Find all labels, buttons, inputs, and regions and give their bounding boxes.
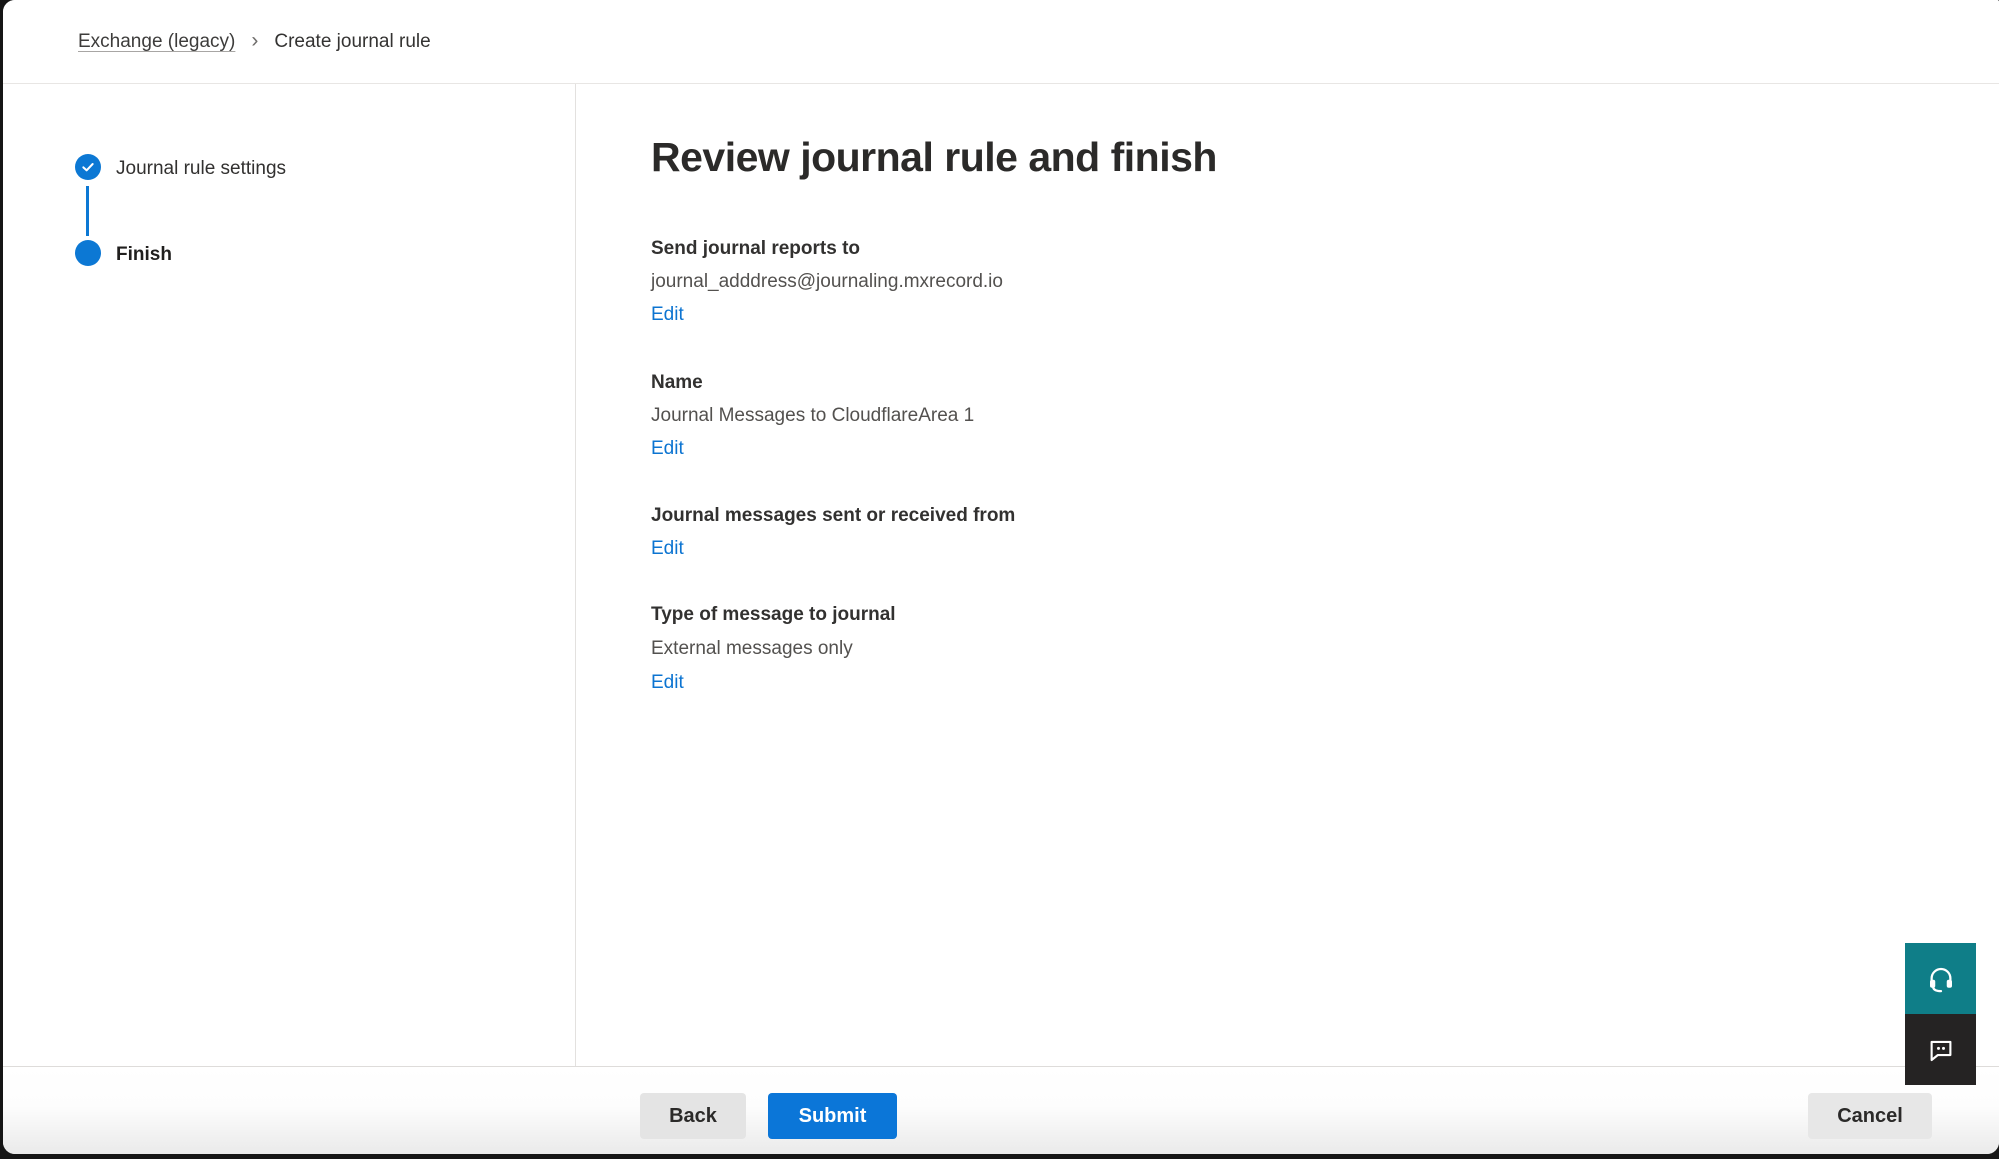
edit-link-send-journal-reports-to[interactable]: Edit xyxy=(651,302,684,328)
cancel-button[interactable]: Cancel xyxy=(1808,1093,1932,1139)
step-finish[interactable]: Finish xyxy=(116,244,172,266)
check-icon xyxy=(80,159,96,175)
section-value-message-type: External messages only xyxy=(651,636,853,662)
headset-icon xyxy=(1926,964,1956,994)
step-journal-rule-settings[interactable]: Journal rule settings xyxy=(116,158,286,180)
section-label-type-of-message: Type of message to journal xyxy=(651,602,896,628)
submit-button[interactable]: Submit xyxy=(768,1093,897,1139)
breadcrumb-item-create-journal-rule: Create journal rule xyxy=(274,31,430,53)
page-title: Review journal rule and finish xyxy=(651,134,1217,181)
feedback-button[interactable] xyxy=(1905,1014,1976,1085)
help-button[interactable] xyxy=(1905,943,1976,1014)
back-button[interactable]: Back xyxy=(640,1093,746,1139)
step-current-indicator[interactable] xyxy=(75,240,101,266)
breadcrumb-chevron-icon: › xyxy=(251,29,258,53)
app-window: Exchange (legacy) › Create journal rule … xyxy=(3,0,1999,1154)
step-connector-line xyxy=(86,186,89,236)
footer-action-bar: Back Submit Cancel xyxy=(3,1066,1999,1154)
feedback-icon xyxy=(1926,1035,1956,1065)
breadcrumb: Exchange (legacy) › Create journal rule xyxy=(3,0,1999,84)
edit-link-name[interactable]: Edit xyxy=(651,436,684,462)
section-label-send-journal-reports-to: Send journal reports to xyxy=(651,236,860,262)
edit-link-journal-messages-sent-or-received[interactable]: Edit xyxy=(651,536,684,562)
section-value-rule-name: Journal Messages to CloudflareArea 1 xyxy=(651,403,974,429)
section-label-journal-messages-sent-or-received: Journal messages sent or received from xyxy=(651,503,1015,529)
section-value-journal-address: journal_adddress@journaling.mxrecord.io xyxy=(651,269,1003,295)
edit-link-type-of-message[interactable]: Edit xyxy=(651,670,684,696)
breadcrumb-item-exchange-legacy[interactable]: Exchange (legacy) xyxy=(78,31,235,53)
review-panel: Review journal rule and finish Send jour… xyxy=(651,84,1999,1066)
wizard-step-rail: Journal rule settings Finish xyxy=(3,84,576,1066)
section-label-name: Name xyxy=(651,370,703,396)
step-completed-indicator[interactable] xyxy=(75,154,101,180)
